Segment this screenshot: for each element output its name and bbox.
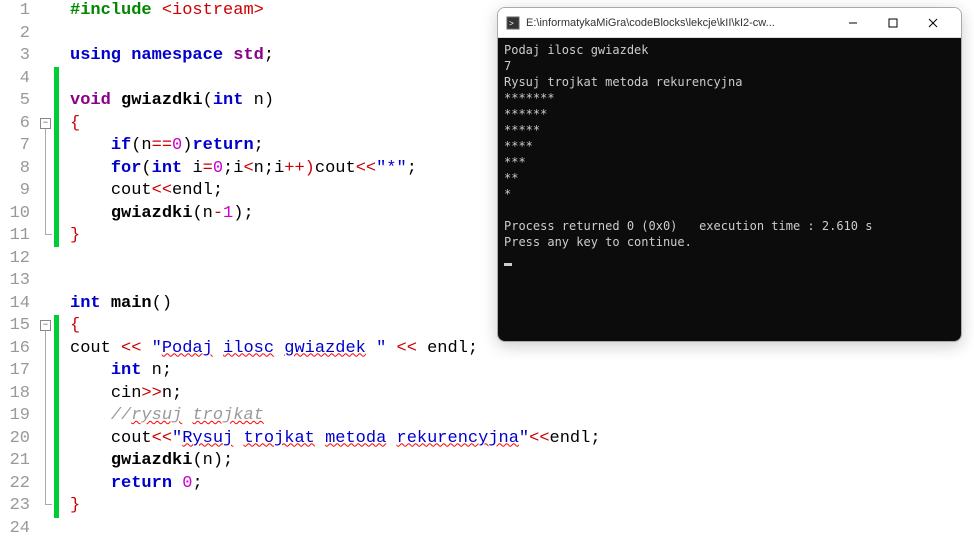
line-number: 17 [0,360,30,383]
svg-text:>: > [509,20,514,29]
console-icon: > [506,16,520,30]
line-number: 20 [0,428,30,451]
fold-markers: − − [40,0,65,550]
line-number: 4 [0,68,30,91]
code-line[interactable]: return 0; [70,473,974,496]
line-number: 24 [0,518,30,541]
minimize-button[interactable] [833,10,873,36]
line-number: 2 [0,23,30,46]
console-window[interactable]: > E:\informatykaMiGra\codeBlocks\lekcje\… [497,7,962,342]
line-gutter: 123456789101112131415161718192021222324 [0,0,40,550]
cursor [504,263,512,266]
line-number: 12 [0,248,30,271]
line-number: 23 [0,495,30,518]
line-number: 16 [0,338,30,361]
line-number: 8 [0,158,30,181]
code-line[interactable]: int n; [70,360,974,383]
close-button[interactable] [913,10,953,36]
console-titlebar[interactable]: > E:\informatykaMiGra\codeBlocks\lekcje\… [498,8,961,38]
line-number: 9 [0,180,30,203]
console-output: Podaj ilosc gwiazdek 7 Rysuj trojkat met… [498,38,961,341]
code-line[interactable]: cin>>n; [70,383,974,406]
fold-icon[interactable]: − [40,320,51,331]
line-number: 19 [0,405,30,428]
line-number: 21 [0,450,30,473]
line-number: 11 [0,225,30,248]
line-number: 1 [0,0,30,23]
code-line[interactable]: //rysuj trojkat [70,405,974,428]
line-number: 6 [0,113,30,136]
line-number: 3 [0,45,30,68]
line-number: 13 [0,270,30,293]
line-number: 5 [0,90,30,113]
line-number: 15 [0,315,30,338]
line-number: 7 [0,135,30,158]
fold-icon[interactable]: − [40,118,51,129]
line-number: 10 [0,203,30,226]
line-number: 22 [0,473,30,496]
code-line[interactable]: cout<<"Rysuj trojkat metoda rekurencyjna… [70,428,974,451]
code-line[interactable] [70,518,974,541]
code-line[interactable]: gwiazdki(n); [70,450,974,473]
line-number: 14 [0,293,30,316]
maximize-button[interactable] [873,10,913,36]
code-line[interactable]: } [70,495,974,518]
console-title: E:\informatykaMiGra\codeBlocks\lekcje\kI… [526,17,833,29]
line-number: 18 [0,383,30,406]
